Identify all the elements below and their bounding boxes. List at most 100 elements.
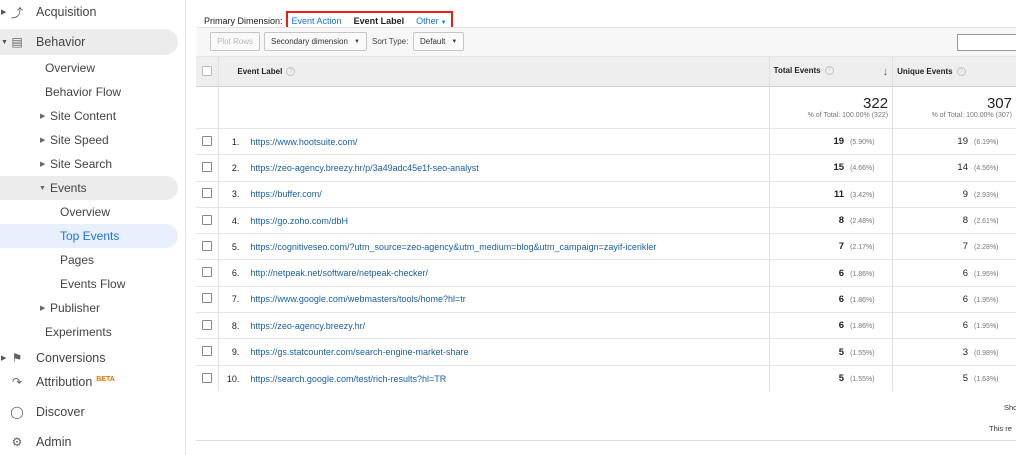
flag-icon: ⚑ [11,351,23,365]
nav-experiments[interactable]: Experiments [0,320,178,344]
nav-site-speed-label: Site Speed [50,133,109,147]
event-label-link[interactable]: https://buffer.com/ [250,189,321,199]
unique-events-count: 14 [957,162,968,174]
col-total-events-header[interactable]: Total Events? ↓ [769,56,894,87]
table-row: 3. https://buffer.com/11 (3.42%) 9 (2.93%) [196,180,1016,208]
row-checkbox[interactable] [202,135,213,146]
unique-events-count: 6 [962,320,968,332]
nav-attribution[interactable]: ↷ Attribution BETA [0,370,178,394]
secondary-dimension-dropdown[interactable]: Secondary dimension ▼ [264,32,367,51]
row-checkbox[interactable] [202,319,213,330]
table-row: 8. https://zeo-agency.breezy.hr/6 (1.86%) 6… [196,312,1016,339]
sort-type-value: Default [420,37,446,46]
row-checkbox[interactable] [202,214,213,225]
caret-right-icon: ▶ [40,137,46,144]
table-row: 5. https://cognitiveseo.com/?utm_source=z… [196,233,1016,260]
total-events-percent: (1.55%) [850,376,875,384]
dimension-other-dropdown[interactable]: Other ▼ [416,16,446,26]
row-label-cell: 9. https://gs.statcounter.com/search-engi… [218,338,770,366]
nav-acquisition[interactable]: ▶ ⤴ Acquisition [0,0,178,24]
lightbulb-icon: ◯ [10,405,24,419]
select-all-checkbox[interactable] [202,65,213,76]
help-icon[interactable]: ? [824,65,834,75]
unique-events-percent: (1.95%) [974,296,999,304]
event-label-link[interactable]: https://gs.statcounter.com/search-engine… [250,347,468,357]
total-events-percent: (5.90%) [850,139,875,147]
event-label-link[interactable]: https://search.google.com/test/rich-resu… [250,374,446,384]
row-checkbox[interactable] [202,267,213,278]
total-events-count: 7 [838,241,845,253]
nav-discover[interactable]: ◯ Discover [0,400,178,424]
unique-events-count: 19 [957,136,968,148]
row-select-cell [196,338,220,366]
row-total-events: 7 (2.17%) [769,233,894,260]
row-total-events: 5 (1.55%) [769,364,894,392]
help-icon[interactable]: ? [286,67,296,77]
total-events-share: % of Total: 100.00% (322) [807,112,889,119]
plot-rows-button[interactable]: Plot Rows [210,32,261,51]
event-label-link[interactable]: https://zeo-agency.breezy.hr/ [250,321,365,331]
row-index: 3. [231,189,240,200]
table-search-input[interactable] [957,34,1016,51]
totals-cell-label [218,86,770,129]
row-unique-events: 7 (2.28%) [892,233,1016,260]
row-checkbox[interactable] [202,188,213,199]
nav-site-content[interactable]: ▶ Site Content [0,104,178,128]
select-all-cell [196,56,220,87]
row-select-cell [196,233,220,260]
unique-events-count: 8 [962,215,968,227]
sort-type-label: Sort Type: [372,37,409,46]
nav-overview[interactable]: Overview [0,56,178,80]
col-unique-events-header[interactable]: Unique Events? [892,56,1016,87]
table-header-row: Event Label? Total Events? ↓ Unique Event… [196,56,1016,87]
row-index: 9. [231,347,240,358]
dimension-event-action-link[interactable]: Event Action [292,16,342,26]
event-label-link[interactable]: https://cognitiveseo.com/?utm_source=zeo… [250,242,656,252]
row-checkbox[interactable] [202,293,213,304]
row-unique-events: 14 (4.56%) [892,154,1016,182]
total-events-percent: (2.17%) [850,244,875,252]
total-events-count: 15 [833,162,845,174]
nav-conversions[interactable]: ▶ ⚑ Conversions [0,346,178,370]
row-index: 8. [231,320,240,331]
nav-conversions-label: Conversions [36,351,106,365]
row-total-events: 6 (1.86%) [769,259,894,287]
help-icon[interactable]: ? [956,67,966,77]
report-main: Primary Dimension: Event Action Event La… [196,0,1016,455]
primary-dimension-label: Primary Dimension: [204,15,283,26]
chevron-down-icon: ▼ [353,38,360,45]
event-label-link[interactable]: http://netpeak.net/software/netpeak-chec… [250,268,428,278]
event-label-link[interactable]: https://go.zoho.com/dbH [250,216,348,226]
nav-events-flow[interactable]: Events Flow [0,272,178,296]
table-row: 4. https://go.zoho.com/dbH 8 (2.48%) 8 (2.61%… [196,206,1016,234]
nav-behavior[interactable]: ▼ ▤ Behavior [0,29,178,55]
nav-pages[interactable]: Pages [0,248,178,272]
nav-top-events[interactable]: Top Events [0,224,178,248]
nav-site-speed[interactable]: ▶ Site Speed [0,128,178,152]
nav-admin[interactable]: ⚙ Admin [0,430,178,454]
nav-publisher[interactable]: ▶ Publisher [0,296,178,320]
nav-site-search[interactable]: ▶ Site Search [0,152,178,176]
row-checkbox[interactable] [202,346,213,357]
event-label-link[interactable]: https://zeo-agency.breezy.hr/p/3a49adc45… [250,163,478,173]
row-checkbox[interactable] [202,240,213,251]
event-label-link[interactable]: https://www.google.com/webmasters/tools/… [250,294,465,304]
nav-behavior-flow[interactable]: Behavior Flow [0,80,178,104]
nav-behavior-flow-label: Behavior Flow [45,85,122,99]
secondary-dimension-label: Secondary dimension [271,37,348,46]
row-index: 10. [226,373,240,384]
nav-events[interactable]: ▼ Events [0,176,178,200]
row-total-events: 6 (1.86%) [769,312,894,339]
footer-divider [196,440,1016,441]
row-checkbox[interactable] [202,161,213,172]
table-row: 6. http://netpeak.net/software/netpeak-ch… [196,259,1016,287]
row-index: 4. [231,215,240,226]
nav-discover-label: Discover [36,405,85,419]
row-total-events: 19 (5.90%) [769,127,894,155]
table-row: 9. https://gs.statcounter.com/search-engi… [196,338,1016,366]
event-label-link[interactable]: https://www.hootsuite.com/ [250,137,357,147]
row-checkbox[interactable] [202,372,213,383]
nav-events-overview[interactable]: Overview [0,200,178,224]
col-event-label-header[interactable]: Event Label? [218,56,770,87]
sort-type-dropdown[interactable]: Default ▼ [413,32,465,51]
